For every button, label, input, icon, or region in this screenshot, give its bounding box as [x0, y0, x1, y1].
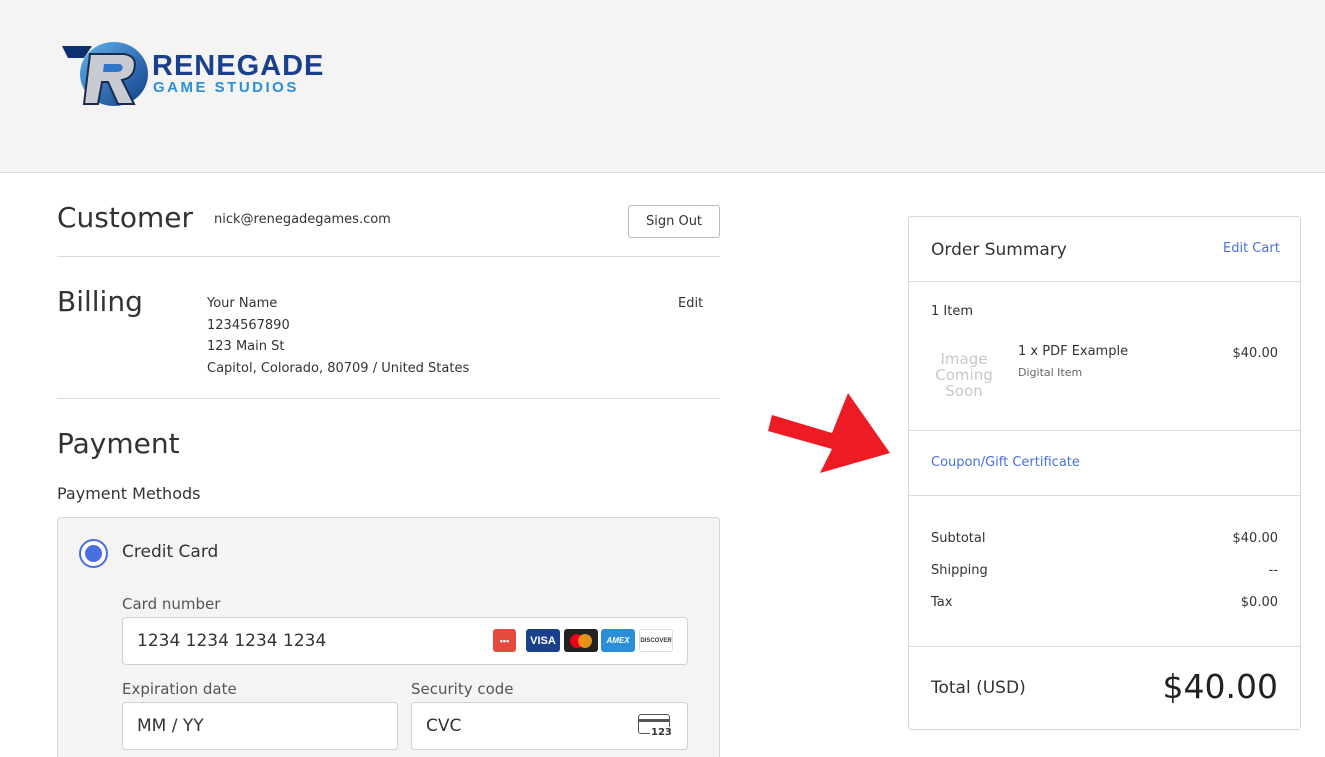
total-value: $40.00: [1162, 667, 1278, 706]
billing-edit-link[interactable]: Edit: [678, 296, 703, 311]
expiration-placeholder: MM / YY: [137, 716, 204, 736]
expiration-label: Expiration date: [122, 680, 237, 698]
billing-city: Capitol, Colorado, 80709 / United States: [207, 361, 470, 376]
payment-methods-label: Payment Methods: [57, 484, 201, 503]
item-image-placeholder: Image Coming Soon: [935, 350, 993, 400]
generic-card-icon: •••: [493, 629, 516, 652]
security-code-label: Security code: [411, 680, 514, 698]
customer-email: nick@renegadegames.com: [214, 212, 391, 227]
expiration-input[interactable]: MM / YY: [122, 702, 398, 750]
credit-card-radio[interactable]: [79, 539, 108, 568]
shipping-label: Shipping: [931, 563, 988, 578]
card-number-input[interactable]: 1234 1234 1234 1234 ••• VISA AMEX DISCOV…: [122, 617, 688, 665]
section-divider: [57, 398, 720, 399]
section-divider: [57, 256, 720, 257]
security-code-input[interactable]: CVC 123: [411, 702, 688, 750]
mastercard-circles: [570, 633, 592, 648]
billing-heading: Billing: [57, 285, 143, 318]
amex-icon: AMEX: [601, 629, 635, 652]
brand-subtitle: GAME STUDIOS: [153, 79, 299, 96]
summary-divider: [909, 281, 1300, 282]
credit-card-method-panel: Credit Card Card number 1234 1234 1234 1…: [57, 517, 720, 757]
renegade-r-logo-icon: [62, 42, 148, 106]
subtotal-label: Subtotal: [931, 531, 986, 546]
summary-divider: [909, 495, 1300, 496]
credit-card-label[interactable]: Credit Card: [122, 542, 218, 562]
order-summary-title: Order Summary: [931, 240, 1067, 260]
coupon-link[interactable]: Coupon/Gift Certificate: [931, 455, 1080, 470]
mastercard-icon: [564, 629, 598, 652]
red-arrow-pointer-icon: [768, 393, 890, 473]
site-header: RENEGADE GAME STUDIOS: [0, 0, 1325, 173]
tax-label: Tax: [931, 595, 953, 610]
visa-icon: VISA: [526, 629, 560, 652]
discover-icon: DISCOVER: [639, 629, 673, 652]
summary-divider: [909, 430, 1300, 431]
billing-name: Your Name: [207, 296, 278, 311]
order-summary-panel: Order Summary Edit Cart 1 Item Image Com…: [908, 216, 1301, 730]
security-code-placeholder: CVC: [426, 716, 462, 736]
card-number-label: Card number: [122, 595, 221, 613]
subtotal-value: $40.00: [1232, 531, 1279, 546]
customer-heading: Customer: [57, 201, 194, 234]
item-price: $40.00: [1232, 346, 1279, 361]
cvc-icon-text: 123: [650, 727, 673, 738]
item-count: 1 Item: [931, 304, 973, 319]
total-label: Total (USD): [931, 678, 1026, 698]
brand-logo[interactable]: RENEGADE GAME STUDIOS: [62, 38, 342, 110]
summary-divider: [909, 646, 1300, 647]
tax-value: $0.00: [1240, 595, 1278, 610]
item-type: Digital Item: [1018, 366, 1083, 379]
cvc-card-icon: 123: [638, 714, 673, 739]
billing-phone: 1234567890: [207, 318, 290, 333]
sign-out-button[interactable]: Sign Out: [628, 205, 720, 238]
payment-heading: Payment: [57, 427, 180, 460]
billing-street: 123 Main St: [207, 339, 285, 354]
item-name: 1 x PDF Example: [1018, 344, 1129, 359]
edit-cart-link[interactable]: Edit Cart: [1223, 241, 1280, 256]
card-number-placeholder: 1234 1234 1234 1234: [137, 631, 327, 651]
shipping-value: --: [1268, 563, 1278, 578]
